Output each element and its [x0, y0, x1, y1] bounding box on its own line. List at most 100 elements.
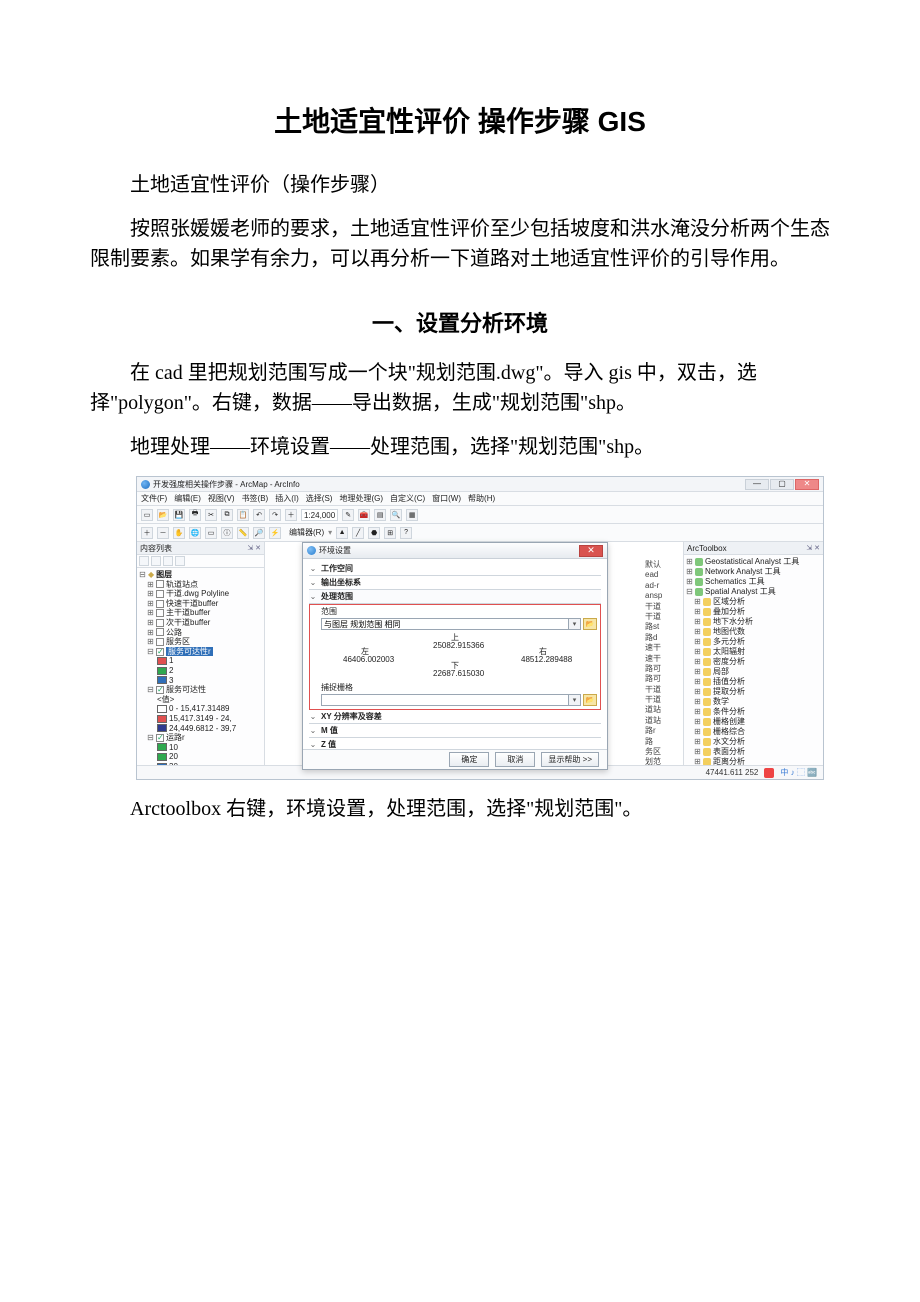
env-category[interactable]: ⌄工作空间 — [309, 562, 601, 576]
env-category[interactable]: ⌄Z 值 — [309, 738, 601, 749]
toolbox-icon[interactable]: 🧰 — [358, 509, 370, 521]
list-by-visibility-icon[interactable] — [163, 556, 173, 566]
tree-row[interactable]: ⊞ 次干道buffer — [139, 618, 262, 628]
list-by-drawing-icon[interactable] — [139, 556, 149, 566]
toolbox-node[interactable]: ⊞ Network Analyst 工具 — [686, 567, 821, 577]
measure-icon[interactable]: 📏 — [237, 527, 249, 539]
redo-icon[interactable]: ↷ — [269, 509, 281, 521]
edit-tool-icon[interactable]: ▲ — [336, 527, 348, 539]
net-icon[interactable]: ⊞ — [384, 527, 396, 539]
snap-browse-icon[interactable]: 📂 — [583, 694, 597, 706]
toolbox-node[interactable]: ⊞ 数学 — [686, 697, 821, 707]
menu-item[interactable]: 帮助(H) — [468, 493, 495, 504]
menu-item[interactable]: 选择(S) — [306, 493, 333, 504]
toolbox-node[interactable]: ⊞ 密度分析 — [686, 657, 821, 667]
tree-row[interactable]: ⊞ 公路 — [139, 628, 262, 638]
tree-row[interactable]: 10 — [139, 743, 262, 753]
save-icon[interactable]: 💾 — [173, 509, 185, 521]
toolbox-node[interactable]: ⊞ 条件分析 — [686, 707, 821, 717]
extent-browse-icon[interactable]: 📂 — [583, 618, 597, 630]
toolbox-node[interactable]: ⊞ Schematics 工具 — [686, 577, 821, 587]
list-by-selection-icon[interactable] — [175, 556, 185, 566]
print-icon[interactable]: 🖶 — [189, 509, 201, 521]
zoom-out-icon[interactable]: － — [157, 527, 169, 539]
snap-dropdown-icon[interactable]: ▾ — [569, 694, 581, 706]
sketch-icon[interactable]: ╱ — [352, 527, 364, 539]
minimize-button[interactable]: — — [745, 479, 769, 490]
show-help-button[interactable]: 显示帮助 >> — [541, 752, 599, 767]
menu-item[interactable]: 插入(I) — [275, 493, 299, 504]
menu-item[interactable]: 窗口(W) — [432, 493, 461, 504]
toolbox-node[interactable]: ⊞ 地图代数 — [686, 627, 821, 637]
add-data-icon[interactable]: ＋ — [285, 509, 297, 521]
tree-row[interactable]: ⊞ 干道.dwg Polyline — [139, 589, 262, 599]
env-category[interactable]: ⌄M 值 — [309, 724, 601, 738]
menu-item[interactable]: 编辑(E) — [174, 493, 201, 504]
tray-ime-icon[interactable] — [764, 768, 774, 778]
extent-dropdown-icon[interactable]: ▾ — [569, 618, 581, 630]
tree-row[interactable]: 2 — [139, 666, 262, 676]
toolbox-node[interactable]: ⊞ 多元分析 — [686, 637, 821, 647]
tree-row[interactable]: 30 — [139, 762, 262, 765]
editor-label[interactable]: 编辑器(R) — [289, 527, 324, 538]
find-icon[interactable]: 🔎 — [253, 527, 265, 539]
toolbox-tree[interactable]: ⊞ Geostatistical Analyst 工具⊞ Network Ana… — [684, 555, 823, 765]
menu-item[interactable]: 自定义(C) — [390, 493, 425, 504]
tree-row[interactable]: <值> — [139, 695, 262, 705]
menu-item[interactable]: 书签(B) — [242, 493, 269, 504]
search-icon[interactable]: 🔍 — [390, 509, 402, 521]
cut-icon[interactable]: ✂ — [205, 509, 217, 521]
zoom-in-icon[interactable]: ＋ — [141, 527, 153, 539]
tree-row[interactable]: ⊞ 服务区 — [139, 637, 262, 647]
menu-item[interactable]: 视图(V) — [208, 493, 235, 504]
toolbox-node[interactable]: ⊞ 水文分析 — [686, 737, 821, 747]
close-button[interactable]: ✕ — [795, 479, 819, 490]
tree-row[interactable]: ⊟ 服务可达性r — [139, 647, 262, 657]
env-category[interactable]: ⌄XY 分辨率及容差 — [309, 710, 601, 724]
toolbox-node[interactable]: ⊞ 提取分析 — [686, 687, 821, 697]
undo-icon[interactable]: ↶ — [253, 509, 265, 521]
toolbox-node[interactable]: ⊞ 距离分析 — [686, 757, 821, 765]
toolbox-node[interactable]: ⊞ 叠加分析 — [686, 607, 821, 617]
toolbox-node[interactable]: ⊟ Spatial Analyst 工具 — [686, 587, 821, 597]
toolbox-node[interactable]: ⊞ 太阳辐射 — [686, 647, 821, 657]
menu-item[interactable]: 地理处理(G) — [339, 493, 383, 504]
pin-icon[interactable]: ⇲ ✕ — [247, 544, 261, 552]
toolbox-node[interactable]: ⊞ Geostatistical Analyst 工具 — [686, 557, 821, 567]
toolbox-pin-icon[interactable]: ⇲ ✕ — [806, 544, 820, 552]
scale-combo[interactable]: 1:24,000 — [301, 509, 338, 521]
toolbox-node[interactable]: ⊞ 地下水分析 — [686, 617, 821, 627]
extent-combo[interactable] — [321, 618, 569, 630]
tree-row[interactable]: 20 — [139, 752, 262, 762]
new-doc-icon[interactable]: ▭ — [141, 509, 153, 521]
editor-toggle-icon[interactable]: ✎ — [342, 509, 354, 521]
env-category[interactable]: ⌄输出坐标系 — [309, 576, 601, 590]
na-icon[interactable]: ⬣ — [368, 527, 380, 539]
toolbox-node[interactable]: ⊞ 插值分析 — [686, 677, 821, 687]
pan-icon[interactable]: ✋ — [173, 527, 185, 539]
tree-row[interactable]: ⊟ 服务可达性 — [139, 685, 262, 695]
help-icon[interactable]: ? — [400, 527, 412, 539]
hyperlink-icon[interactable]: ⚡ — [269, 527, 281, 539]
toolbox-node[interactable]: ⊞ 区域分析 — [686, 597, 821, 607]
dialog-close-button[interactable]: ✕ — [579, 545, 603, 557]
identify-icon[interactable]: ⓘ — [221, 527, 233, 539]
copy-icon[interactable]: ⧉ — [221, 509, 233, 521]
full-extent-icon[interactable]: 🌐 — [189, 527, 201, 539]
tree-row[interactable]: ⊟◆ 图层 — [139, 570, 262, 580]
tree-row[interactable]: 15,417.3149 - 24, — [139, 714, 262, 724]
catalog-icon[interactable]: ▤ — [374, 509, 386, 521]
tree-row[interactable]: ⊟ 运路r — [139, 733, 262, 743]
open-icon[interactable]: 📂 — [157, 509, 169, 521]
python-icon[interactable]: ▦ — [406, 509, 418, 521]
list-by-source-icon[interactable] — [151, 556, 161, 566]
tree-row[interactable]: 1 — [139, 656, 262, 666]
tree-row[interactable]: ⊞ 轨道站点 — [139, 580, 262, 590]
snap-raster-combo[interactable] — [321, 694, 569, 706]
cancel-button[interactable]: 取消 — [495, 752, 535, 767]
ok-button[interactable]: 确定 — [449, 752, 489, 767]
select-icon[interactable]: ▭ — [205, 527, 217, 539]
toolbox-node[interactable]: ⊞ 局部 — [686, 667, 821, 677]
tree-row[interactable]: 24,449.6812 - 39,7 — [139, 724, 262, 734]
maximize-button[interactable]: ▢ — [770, 479, 794, 490]
